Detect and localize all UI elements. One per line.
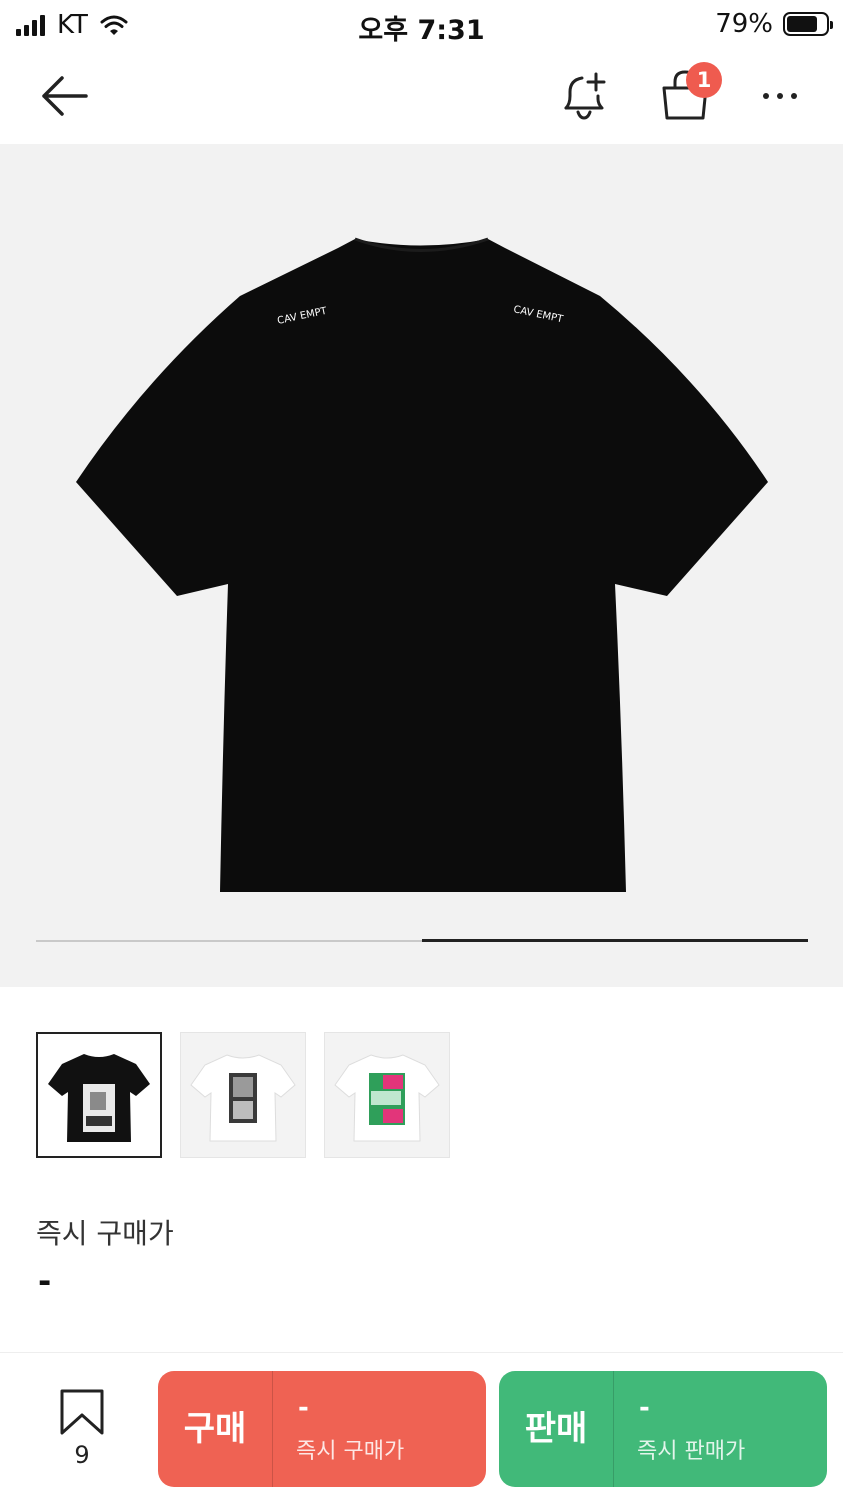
- arrow-left-icon: [42, 76, 88, 116]
- thumbnail-item[interactable]: [36, 1032, 162, 1158]
- thumbnail-white-tshirt-image: [181, 1033, 305, 1157]
- sell-button[interactable]: 판매 - 즉시 판매가: [499, 1371, 827, 1487]
- buy-price: -: [298, 1393, 309, 1423]
- buy-label: 구매: [183, 1409, 247, 1449]
- cart-count-badge: 1: [686, 62, 722, 98]
- thumbnail-white-tshirt-print-image: [325, 1033, 449, 1157]
- bookmark-icon: [60, 1389, 104, 1435]
- sell-price: -: [639, 1393, 650, 1423]
- wishlist-button[interactable]: 9: [50, 1387, 114, 1471]
- wishlist-count: 9: [74, 1441, 90, 1469]
- product-image-gallery[interactable]: CAV EMPT CAV EMPT: [0, 144, 843, 987]
- notification-add-button[interactable]: [556, 68, 612, 124]
- sell-label: 판매: [524, 1409, 588, 1449]
- buy-divider: [272, 1371, 273, 1487]
- thumbnail-item[interactable]: [324, 1032, 450, 1158]
- buy-button[interactable]: 구매 - 즉시 구매가: [158, 1371, 486, 1487]
- sell-divider: [613, 1371, 614, 1487]
- buy-sub-label: 즉시 구매가: [296, 1439, 405, 1464]
- thumbnail-black-tshirt-image: [38, 1034, 160, 1156]
- bell-plus-icon: [564, 72, 606, 120]
- product-tshirt-back-image: CAV EMPT CAV EMPT: [76, 237, 768, 892]
- sell-sub-label: 즉시 판매가: [637, 1439, 746, 1464]
- thumbnail-strip: [36, 1032, 450, 1158]
- battery-percent: 79%: [715, 9, 773, 39]
- status-bar: KT 오후 7:31 79%: [0, 0, 843, 48]
- dot-icon: [777, 93, 783, 99]
- dot-icon: [791, 93, 797, 99]
- battery-fill: [787, 16, 818, 32]
- status-right: 79%: [715, 9, 833, 39]
- dot-icon: [763, 93, 769, 99]
- thumbnail-item[interactable]: [180, 1032, 306, 1158]
- gallery-page-indicator: [36, 939, 808, 942]
- top-nav: 1: [0, 48, 843, 144]
- bottom-action-bar: 9 구매 - 즉시 구매가 판매 - 즉시 판매가: [0, 1352, 843, 1500]
- instant-buy-price-label: 즉시 구매가: [36, 1217, 174, 1250]
- back-button[interactable]: [36, 72, 92, 120]
- gallery-indicator-active: [422, 939, 808, 942]
- instant-buy-price-value: -: [38, 1262, 52, 1300]
- battery-icon: [783, 12, 833, 36]
- more-options-button[interactable]: [756, 84, 804, 108]
